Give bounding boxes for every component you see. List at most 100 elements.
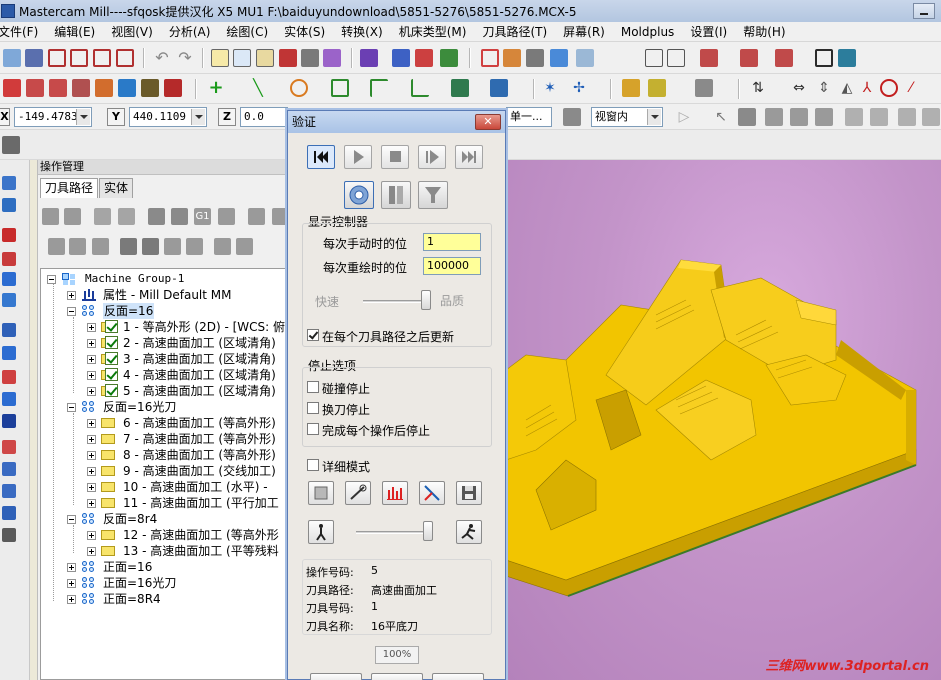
cube-icon[interactable] [645, 49, 663, 67]
stop-each-op-checkbox[interactable] [307, 423, 319, 435]
box-icon[interactable] [2, 346, 16, 360]
open-icon[interactable] [3, 49, 21, 67]
expand-icon[interactable] [87, 371, 96, 380]
backplot-icon[interactable] [148, 208, 165, 225]
save-icon[interactable] [25, 49, 43, 67]
menu-settings[interactable]: 设置(I) [682, 23, 735, 40]
filter-icon[interactable] [898, 108, 916, 126]
verify-select-icon[interactable] [845, 108, 863, 126]
translate-icon[interactable]: ⇅ [749, 79, 767, 97]
arrow-up-icon[interactable] [2, 176, 16, 190]
mirror-icon[interactable]: ⇕ [815, 79, 833, 97]
step-button[interactable] [418, 145, 446, 169]
grid-icon[interactable] [392, 49, 410, 67]
wave-icon[interactable] [214, 238, 231, 255]
wire-icon[interactable] [526, 49, 544, 67]
menu-toolpaths[interactable]: 刀具路径(T) [474, 23, 555, 40]
chevron-down-icon[interactable] [647, 109, 661, 125]
split-h-icon[interactable] [70, 49, 88, 67]
collapse-icon[interactable] [67, 307, 76, 316]
slow-speed-button[interactable] [308, 520, 334, 544]
menu-view[interactable]: 视图(V) [103, 23, 161, 40]
minimize-button[interactable] [913, 3, 935, 19]
toggle-icon[interactable] [815, 49, 833, 67]
graphics-viewport[interactable]: 三维网www.3dportal.cn [506, 160, 941, 680]
circle-icon[interactable] [290, 79, 308, 97]
expand-icon[interactable] [87, 435, 96, 444]
arc-icon[interactable] [26, 79, 44, 97]
split-quad-icon[interactable] [116, 49, 134, 67]
view-top-icon[interactable] [700, 49, 718, 67]
viewport-dropdown[interactable]: 视窗内 [591, 107, 663, 127]
z-label[interactable]: Z [218, 108, 236, 126]
expand-icon[interactable] [87, 355, 96, 364]
menu-screen[interactable]: 屏幕(R) [555, 23, 613, 40]
fit-icon[interactable] [481, 49, 499, 67]
pan-icon[interactable] [576, 49, 594, 67]
loop-icon[interactable] [2, 198, 16, 212]
rotate-icon[interactable] [550, 49, 568, 67]
y-label[interactable]: Y [107, 108, 125, 126]
split-v-icon[interactable] [93, 49, 111, 67]
select-icon[interactable]: ▷ [675, 108, 693, 126]
expand-icon[interactable] [87, 339, 96, 348]
cylinder-icon[interactable] [451, 79, 469, 97]
menu-machine-type[interactable]: 机床类型(M) [391, 23, 475, 40]
fillet-entities-icon[interactable] [370, 79, 388, 97]
plus-red-icon[interactable] [2, 228, 16, 242]
expand-icon[interactable] [67, 595, 76, 604]
spline-curve-icon[interactable] [490, 79, 508, 97]
rotate-entity-icon[interactable]: ◭ [838, 79, 856, 97]
x-label[interactable]: X [0, 108, 10, 126]
chamfer-entities-icon[interactable] [411, 79, 429, 97]
stop-tool-change-checkbox[interactable] [307, 402, 319, 414]
square-icon[interactable] [2, 414, 16, 428]
fast-forward-button[interactable] [455, 145, 483, 169]
origin-icon[interactable] [880, 79, 898, 97]
layer-icon[interactable] [2, 462, 16, 476]
collapse-icon[interactable] [67, 515, 76, 524]
expand-icon[interactable] [87, 323, 96, 332]
triangle-icon[interactable] [2, 370, 16, 384]
tool-icon[interactable] [2, 440, 16, 454]
expand-icon[interactable] [67, 579, 76, 588]
toggle-post-icon[interactable] [92, 238, 109, 255]
compare-button[interactable] [419, 481, 445, 505]
regenerate-icon[interactable] [94, 208, 111, 225]
column-icon[interactable] [2, 392, 16, 406]
sim-speed-track[interactable] [356, 531, 432, 534]
regenerate-dirty-icon[interactable] [118, 208, 135, 225]
menu-help[interactable]: 帮助(H) [735, 23, 793, 40]
axis-icon[interactable]: ⅄ [858, 79, 876, 97]
print-icon[interactable] [301, 49, 319, 67]
toggle-display-icon[interactable] [69, 238, 86, 255]
table-icon[interactable] [2, 506, 16, 520]
lock-icon[interactable] [48, 238, 65, 255]
redraw-field[interactable]: 100000 [423, 257, 481, 275]
select-all-icon[interactable] [42, 208, 59, 225]
solid-icon[interactable] [141, 79, 159, 97]
chevron-down-icon[interactable] [76, 109, 90, 125]
cut-operation-icon[interactable] [248, 208, 265, 225]
undo-icon[interactable]: ↶ [153, 49, 171, 67]
play-button[interactable] [344, 145, 372, 169]
face-select-icon[interactable] [765, 108, 783, 126]
paste-icon[interactable] [256, 49, 274, 67]
down-icon[interactable] [2, 484, 16, 498]
collapse-icon[interactable] [47, 275, 56, 284]
fit-op-icon[interactable] [236, 238, 253, 255]
clear-select-icon[interactable] [922, 108, 940, 126]
collapse-icon[interactable] [67, 403, 76, 412]
trim-icon[interactable] [622, 79, 640, 97]
expand-icon[interactable] [87, 531, 96, 540]
expand-icon[interactable] [67, 563, 76, 572]
rectangle-icon[interactable] [331, 79, 349, 97]
layers-icon[interactable] [838, 49, 856, 67]
zoom-icon[interactable] [440, 49, 458, 67]
expand-icon[interactable] [87, 499, 96, 508]
iso-cube-icon[interactable] [667, 49, 685, 67]
chain-select-icon[interactable] [870, 108, 888, 126]
scroll-icon[interactable] [186, 238, 203, 255]
ok-button[interactable] [310, 673, 362, 680]
cut-icon[interactable] [211, 49, 229, 67]
